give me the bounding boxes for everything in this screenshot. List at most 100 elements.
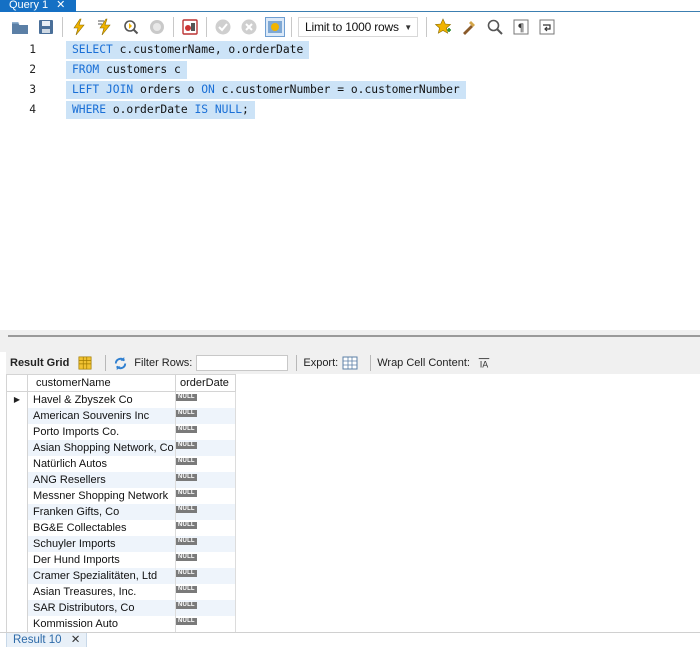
table-row[interactable]: Porto Imports Co. NULL [6, 423, 236, 440]
splitter-bar[interactable] [8, 335, 700, 337]
cell-orderdate[interactable]: NULL [175, 487, 236, 504]
column-header-customername[interactable]: customerName [27, 374, 176, 392]
cell-customername[interactable]: Havel & Zbyszek Co [27, 391, 176, 408]
refresh-icon[interactable] [112, 355, 128, 371]
cell-customername[interactable]: SAR Distributors, Co [27, 599, 176, 616]
cell-customername[interactable]: Messner Shopping Network [27, 487, 176, 504]
table-row[interactable]: Asian Shopping Network, Co NULL [6, 439, 236, 456]
wrap-icon[interactable] [537, 17, 557, 37]
cell-customername[interactable]: Schuyler Imports [27, 535, 176, 552]
cell-orderdate[interactable]: NULL [175, 439, 236, 456]
row-indicator[interactable] [6, 455, 28, 472]
bookmark-icon[interactable] [433, 17, 453, 37]
close-icon[interactable]: ✕ [56, 0, 65, 11]
row-indicator[interactable] [6, 519, 28, 536]
explain-icon[interactable] [121, 17, 141, 37]
cell-orderdate[interactable]: NULL [175, 599, 236, 616]
filter-rows-input[interactable] [196, 355, 289, 371]
null-badge: NULL [176, 425, 197, 433]
table-row[interactable]: Schuyler Imports NULL [6, 535, 236, 552]
table-row[interactable]: Natürlich Autos NULL [6, 455, 236, 472]
table-row[interactable]: Kommission Auto NULL [6, 615, 236, 632]
toggle-output-icon[interactable] [180, 17, 200, 37]
code-text[interactable]: WHERE o.orderDate IS NULL; [66, 101, 255, 119]
cell-customername[interactable]: American Souvenirs Inc [27, 407, 176, 424]
row-indicator[interactable] [6, 551, 28, 568]
column-header-orderdate[interactable]: orderDate [175, 374, 236, 392]
row-indicator[interactable] [6, 567, 28, 584]
cell-customername[interactable]: Asian Shopping Network, Co [27, 439, 176, 456]
limit-rows-select[interactable]: Limit to 1000 rows ▼ [298, 17, 418, 37]
cell-customername[interactable]: Cramer Spezialitäten, Ltd [27, 567, 176, 584]
cell-orderdate[interactable]: NULL [175, 455, 236, 472]
result-grid-tab[interactable]: Result Grid [10, 357, 69, 369]
cell-customername[interactable]: Porto Imports Co. [27, 423, 176, 440]
limit-rows-value: Limit to 1000 rows [305, 20, 399, 34]
sql-editor[interactable]: 1 SELECT c.customerName, o.orderDate 2 F… [0, 40, 700, 330]
cell-customername[interactable]: ANG Resellers [27, 471, 176, 488]
table-row[interactable]: Der Hund Imports NULL [6, 551, 236, 568]
row-indicator[interactable] [6, 503, 28, 520]
current-row-marker-icon[interactable]: ▶ [6, 391, 28, 408]
wrap-cell-icon[interactable]: IA [476, 355, 492, 371]
table-row[interactable]: ANG Resellers NULL [6, 471, 236, 488]
null-badge: NULL [176, 585, 197, 593]
stop-icon[interactable] [147, 17, 167, 37]
cell-orderdate[interactable]: NULL [175, 471, 236, 488]
code-text[interactable]: FROM customers c [66, 61, 187, 79]
cell-customername[interactable]: Natürlich Autos [27, 455, 176, 472]
find-icon[interactable] [485, 17, 505, 37]
cell-orderdate[interactable]: NULL [175, 503, 236, 520]
execute-current-icon[interactable] [95, 17, 115, 37]
cell-orderdate[interactable]: NULL [175, 407, 236, 424]
cell-orderdate[interactable]: NULL [175, 551, 236, 568]
export-icon[interactable] [342, 355, 358, 371]
save-icon[interactable] [36, 17, 56, 37]
cell-orderdate[interactable]: NULL [175, 519, 236, 536]
code-text[interactable]: LEFT JOIN orders o ON c.customerNumber =… [66, 81, 466, 99]
table-row[interactable]: Franken Gifts, Co NULL [6, 503, 236, 520]
row-indicator[interactable] [6, 407, 28, 424]
cell-customername[interactable]: BG&E Collectables [27, 519, 176, 536]
grid-view-icon[interactable] [77, 355, 93, 371]
tab-result-10[interactable]: Result 10 ✕ [6, 633, 88, 647]
cell-orderdate[interactable]: NULL [175, 391, 236, 408]
execute-icon[interactable] [69, 17, 89, 37]
cell-orderdate[interactable]: NULL [175, 535, 236, 552]
table-row[interactable]: Messner Shopping Network NULL [6, 487, 236, 504]
cell-customername[interactable]: Kommission Auto [27, 615, 176, 632]
rollback-icon[interactable] [239, 17, 259, 37]
code-text[interactable]: SELECT c.customerName, o.orderDate [66, 41, 310, 59]
cell-customername[interactable]: Asian Treasures, Inc. [27, 583, 176, 600]
table-row[interactable]: SAR Distributors, Co NULL [6, 599, 236, 616]
row-indicator[interactable] [6, 583, 28, 600]
row-indicator[interactable] [6, 487, 28, 504]
cell-orderdate[interactable]: NULL [175, 567, 236, 584]
row-indicator[interactable] [6, 599, 28, 616]
cell-customername[interactable]: Der Hund Imports [27, 551, 176, 568]
autocommit-icon[interactable] [265, 17, 285, 37]
row-indicator[interactable] [6, 439, 28, 456]
close-icon[interactable]: ✕ [71, 634, 81, 646]
row-indicator[interactable] [6, 423, 28, 440]
cell-customername[interactable]: Franken Gifts, Co [27, 503, 176, 520]
row-indicator[interactable] [6, 535, 28, 552]
cell-orderdate[interactable]: NULL [175, 423, 236, 440]
commit-icon[interactable] [213, 17, 233, 37]
table-row[interactable]: American Souvenirs Inc NULL [6, 407, 236, 424]
beautify-icon[interactable] [459, 17, 479, 37]
tab-query-1-label: Query 1 [9, 0, 49, 11]
cell-orderdate[interactable]: NULL [175, 583, 236, 600]
panel-splitter[interactable] [0, 330, 700, 352]
row-indicator[interactable] [6, 615, 28, 632]
result-grid[interactable]: customerName orderDate ▶ Havel & Zbyszek … [6, 374, 700, 632]
table-row[interactable]: Cramer Spezialitäten, Ltd NULL [6, 567, 236, 584]
table-row[interactable]: ▶ Havel & Zbyszek Co NULL [6, 391, 236, 408]
invisible-chars-icon[interactable]: ¶ [511, 17, 531, 37]
table-row[interactable]: BG&E Collectables NULL [6, 519, 236, 536]
tab-query-1[interactable]: Query 1 ✕ [0, 0, 76, 12]
row-indicator[interactable] [6, 471, 28, 488]
table-row[interactable]: Asian Treasures, Inc. NULL [6, 583, 236, 600]
cell-orderdate[interactable]: NULL [175, 615, 236, 632]
open-folder-icon[interactable] [10, 17, 30, 37]
